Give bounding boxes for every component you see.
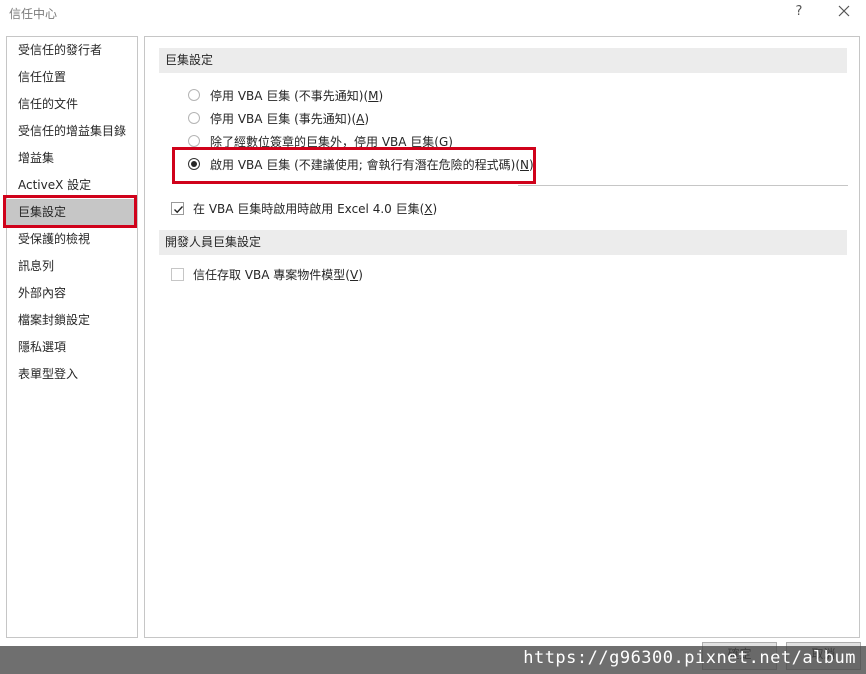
sidebar-item-external-content[interactable]: 外部內容 — [7, 280, 137, 307]
close-button[interactable] — [832, 2, 856, 22]
sidebar-item-privacy[interactable]: 隱私選項 — [7, 334, 137, 361]
checkbox-label: 信任存取 VBA 專案物件模型(V) — [193, 267, 363, 282]
checkbox-box[interactable] — [171, 201, 184, 215]
radio-disable-except-signed[interactable]: 除了經數位簽章的巨集外，停用 VBA 巨集(G) — [188, 131, 453, 151]
close-icon — [838, 5, 850, 17]
radio-circle-checked[interactable] — [188, 158, 200, 170]
sidebar-item-file-block[interactable]: 檔案封鎖設定 — [7, 307, 137, 334]
checkbox-trust-vba-object-model[interactable]: 信任存取 VBA 專案物件模型(V) — [171, 264, 363, 284]
sidebar-item-message-bar[interactable]: 訊息列 — [7, 253, 137, 280]
checkmark-icon — [174, 205, 184, 213]
sidebar-item-addins[interactable]: 增益集 — [7, 145, 137, 172]
radio-circle[interactable] — [188, 135, 200, 147]
radio-circle[interactable] — [188, 112, 200, 124]
sidebar-item-trusted-publishers[interactable]: 受信任的發行者 — [7, 37, 137, 64]
checkbox-box[interactable] — [171, 267, 184, 281]
separator-line — [518, 185, 848, 186]
sidebar-item-trusted-documents[interactable]: 信任的文件 — [7, 91, 137, 118]
sidebar-item-form-login[interactable]: 表單型登入 — [7, 361, 137, 388]
radio-enable-all[interactable]: 啟用 VBA 巨集 (不建議使用; 會執行有潛在危險的程式碼)(N) — [188, 154, 534, 174]
watermark-text: https://g96300.pixnet.net/album — [523, 648, 856, 668]
radio-disable-notify[interactable]: 停用 VBA 巨集 (事先通知)(A) — [188, 108, 369, 128]
checkbox-excel4-macros[interactable]: 在 VBA 巨集時啟用時啟用 Excel 4.0 巨集(X) — [171, 198, 437, 218]
sidebar-item-activex[interactable]: ActiveX 設定 — [7, 172, 137, 199]
sidebar-item-trusted-locations[interactable]: 信任位置 — [7, 64, 137, 91]
radio-circle[interactable] — [188, 89, 200, 101]
radio-label: 啟用 VBA 巨集 (不建議使用; 會執行有潛在危險的程式碼)(N) — [210, 157, 534, 172]
sidebar-item-protected-view[interactable]: 受保護的檢視 — [7, 226, 137, 253]
radio-label: 停用 VBA 巨集 (不事先通知)(M) — [210, 88, 384, 103]
radio-disable-no-notify[interactable]: 停用 VBA 巨集 (不事先通知)(M) — [188, 85, 383, 105]
macro-settings-header: 巨集設定 — [159, 48, 847, 73]
radio-label: 停用 VBA 巨集 (事先通知)(A) — [210, 111, 370, 126]
radio-label: 除了經數位簽章的巨集外，停用 VBA 巨集(G) — [210, 134, 453, 149]
checkbox-label: 在 VBA 巨集時啟用時啟用 Excel 4.0 巨集(X) — [193, 201, 438, 216]
developer-settings-header: 開發人員巨集設定 — [159, 230, 847, 255]
sidebar-item-macro-settings[interactable]: 巨集設定 — [7, 199, 137, 226]
sidebar-nav: 受信任的發行者 信任位置 信任的文件 受信任的增益集目錄 增益集 ActiveX… — [6, 36, 138, 638]
help-button[interactable]: ? — [789, 3, 809, 21]
main-panel: 巨集設定 停用 VBA 巨集 (不事先通知)(M) 停用 VBA 巨集 (事先通… — [144, 36, 860, 638]
sidebar-item-trusted-addin-catalogs[interactable]: 受信任的增益集目錄 — [7, 118, 137, 145]
title-bar: 信任中心 ? — [0, 0, 866, 26]
window-title: 信任中心 — [9, 7, 58, 21]
